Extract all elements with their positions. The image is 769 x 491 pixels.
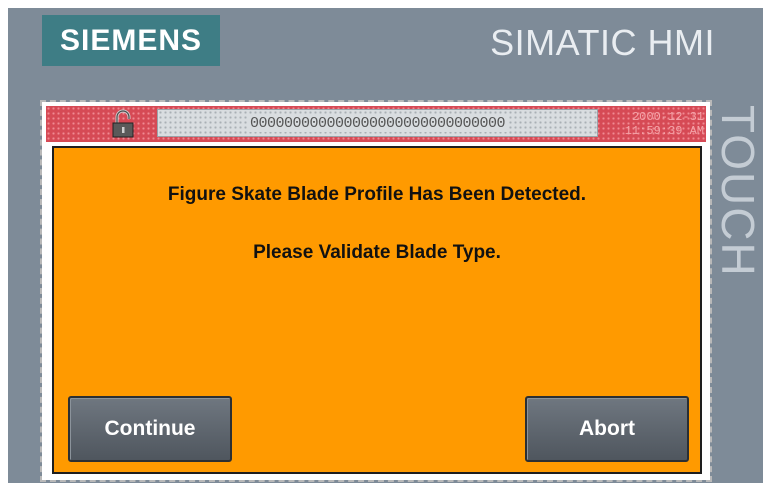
product-name: SIMATIC HMI bbox=[490, 22, 715, 63]
siemens-logo: SIEMENS bbox=[42, 15, 220, 66]
status-ticker: 000000000000000000000000000000 bbox=[157, 109, 598, 137]
padlock-open-icon[interactable] bbox=[107, 108, 139, 140]
date-time-display: 2000-12-31 11:59:39 AM bbox=[600, 107, 706, 141]
alert-dialog: Figure Skate Blade Profile Has Been Dete… bbox=[52, 146, 702, 474]
date-text: 2000-12-31 bbox=[631, 110, 704, 124]
time-text: 11:59:39 AM bbox=[624, 124, 704, 138]
abort-button[interactable]: Abort bbox=[525, 396, 689, 462]
ticker-text: 000000000000000000000000000000 bbox=[246, 114, 509, 132]
continue-button[interactable]: Continue bbox=[68, 396, 232, 462]
touch-label: TOUCH bbox=[712, 105, 764, 278]
dialog-message-detected: Figure Skate Blade Profile Has Been Dete… bbox=[167, 184, 587, 205]
dialog-message-validate: Please Validate Blade Type. bbox=[253, 242, 501, 263]
